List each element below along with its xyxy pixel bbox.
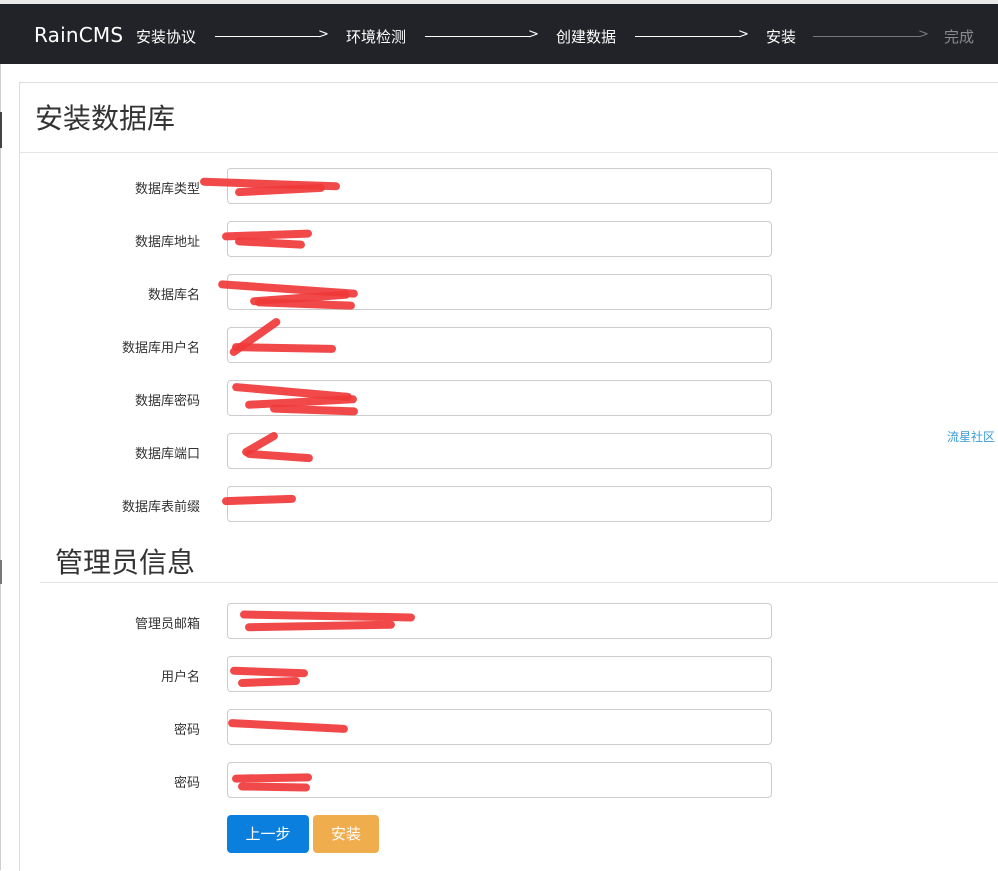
admin-section-divider	[40, 582, 998, 583]
db-password-label: 数据库密码	[134, 394, 200, 409]
step-env-check: 环境检测	[346, 28, 407, 46]
step-agreement: 安装协议	[136, 28, 197, 46]
step-arrowhead-1: >	[318, 27, 329, 42]
top-navbar: RainCMS 安装协议 > 环境检测 > 创建数据 > 安装 > 完成	[0, 4, 998, 64]
admin-email-input[interactable]	[227, 603, 772, 639]
step-arrowhead-2: >	[528, 27, 539, 42]
db-port-label: 数据库端口	[134, 447, 200, 462]
admin-password-confirm-label: 密码	[173, 776, 200, 791]
admin-section-title: 管理员信息	[55, 546, 196, 579]
admin-password-label: 密码	[173, 723, 200, 738]
left-edge-mark-2	[0, 560, 2, 584]
step-arrowhead-4: >	[918, 27, 929, 42]
step-arrowhead-3: >	[738, 27, 749, 42]
left-edge-mark	[0, 112, 2, 148]
step-arrow-2	[425, 36, 530, 37]
step-arrow-4	[813, 36, 920, 37]
db-prefix-input[interactable]	[227, 486, 772, 522]
admin-username-input[interactable]	[227, 656, 772, 692]
title-divider	[20, 152, 998, 153]
step-arrow-1	[215, 36, 320, 37]
community-link[interactable]: 流星社区	[947, 428, 995, 445]
step-create-data: 创建数据	[556, 28, 617, 46]
db-type-label: 数据库类型	[134, 182, 200, 197]
admin-username-label: 用户名	[160, 670, 200, 685]
step-finish: 完成	[944, 28, 975, 46]
step-install: 安装	[766, 28, 797, 46]
db-host-input[interactable]	[227, 221, 772, 257]
db-name-label: 数据库名	[147, 288, 200, 303]
db-host-label: 数据库地址	[134, 235, 200, 250]
db-user-label: 数据库用户名	[121, 341, 200, 356]
db-port-input[interactable]	[227, 433, 772, 469]
db-prefix-label: 数据库表前缀	[121, 500, 200, 515]
step-arrow-3	[635, 36, 740, 37]
prev-step-button[interactable]: 上一步	[227, 815, 309, 853]
page-title: 安装数据库	[35, 102, 176, 135]
admin-email-label: 管理员邮箱	[134, 617, 200, 632]
brand-logo[interactable]: RainCMS	[34, 23, 123, 47]
install-button[interactable]: 安装	[313, 815, 379, 853]
